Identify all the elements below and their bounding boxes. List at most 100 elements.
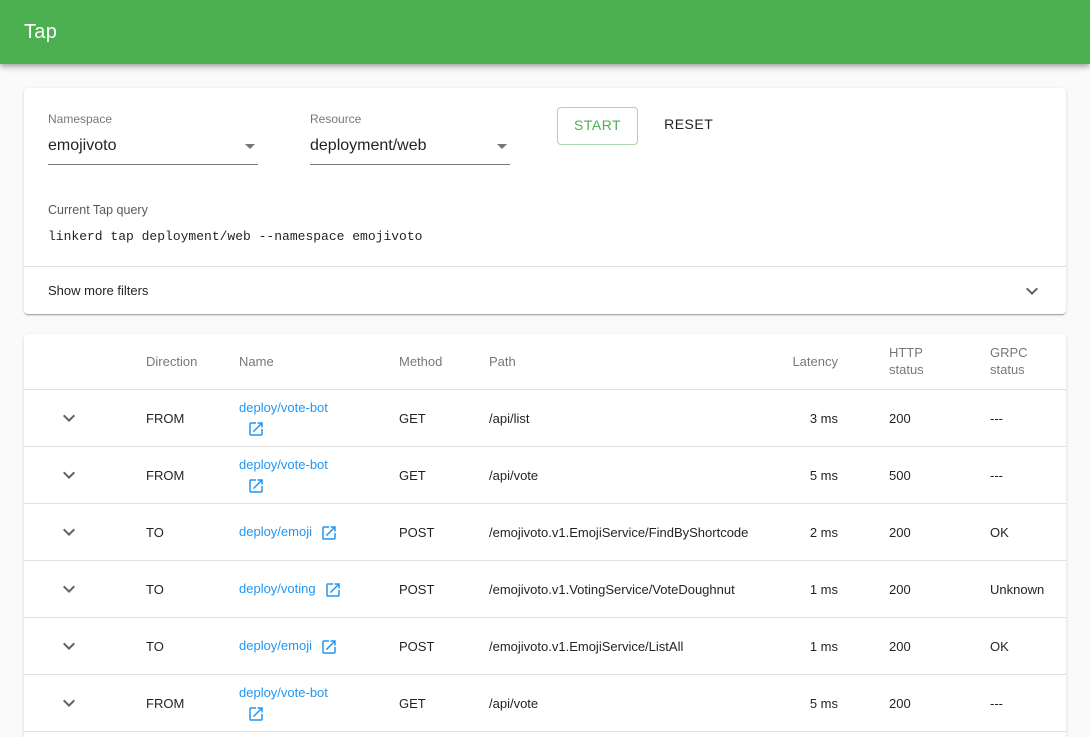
header-grpc-status: GRPC status bbox=[972, 345, 1066, 379]
reset-button[interactable]: RESET bbox=[648, 107, 729, 143]
grpc-status-cell: --- bbox=[972, 468, 1066, 483]
query-block: Current Tap query linkerd tap deployment… bbox=[24, 165, 1066, 266]
table-row: FROM deploy/vote-bot GET /api/list 3 ms … bbox=[24, 390, 1066, 447]
show-more-filters-label: Show more filters bbox=[48, 283, 148, 298]
expand-cell bbox=[24, 691, 114, 715]
resource-link[interactable]: deploy/vote-bot bbox=[239, 685, 328, 700]
http-status-cell: 200 bbox=[872, 696, 972, 711]
namespace-select[interactable]: Namespace emojivoto bbox=[48, 112, 258, 165]
direction-cell: TO bbox=[114, 639, 204, 654]
show-more-filters-toggle[interactable]: Show more filters bbox=[24, 267, 1066, 314]
name-cell: deploy/emoji bbox=[204, 522, 364, 542]
query-label: Current Tap query bbox=[48, 203, 1042, 217]
resource-link[interactable]: deploy/emoji bbox=[239, 638, 312, 653]
direction-cell: FROM bbox=[114, 696, 204, 711]
expand-cell bbox=[24, 634, 114, 658]
header-direction: Direction bbox=[114, 354, 204, 369]
external-link-icon[interactable] bbox=[247, 705, 265, 723]
method-cell: GET bbox=[364, 411, 452, 426]
name-cell: deploy/vote-bot bbox=[204, 683, 364, 723]
table-row: TO deploy/voting POST /emojivoto.v1.Voti… bbox=[24, 561, 1066, 618]
expand-row-icon[interactable] bbox=[57, 463, 81, 487]
latency-cell: 5 ms bbox=[792, 696, 872, 711]
header-name: Name bbox=[204, 354, 364, 369]
resource-link[interactable]: deploy/emoji bbox=[239, 524, 312, 539]
latency-cell: 3 ms bbox=[792, 411, 872, 426]
grpc-status-cell: --- bbox=[972, 411, 1066, 426]
expand-row-icon[interactable] bbox=[57, 577, 81, 601]
path-cell: /emojivoto.v1.VotingService/VoteDoughnut bbox=[452, 582, 792, 597]
table-header-row: Direction Name Method Path Latency HTTP … bbox=[24, 334, 1066, 390]
path-cell: /emojivoto.v1.EmojiService/ListAll bbox=[452, 639, 792, 654]
name-cell: deploy/emoji bbox=[204, 636, 364, 656]
namespace-value: emojivoto bbox=[48, 137, 116, 155]
resource-name: deploy/emoji bbox=[239, 638, 338, 653]
resource-select[interactable]: Resource deployment/web bbox=[310, 112, 510, 165]
resource-link[interactable]: deploy/vote-bot bbox=[239, 457, 328, 472]
header-path: Path bbox=[452, 354, 792, 369]
dropdown-arrow-icon[interactable] bbox=[238, 134, 262, 158]
latency-cell: 5 ms bbox=[792, 468, 872, 483]
resource-link[interactable]: deploy/voting bbox=[239, 581, 316, 596]
grpc-status-cell: OK bbox=[972, 639, 1066, 654]
grpc-status-cell: Unknown bbox=[972, 582, 1066, 597]
expand-row-icon[interactable] bbox=[57, 634, 81, 658]
chevron-down-icon[interactable] bbox=[1020, 279, 1044, 303]
grpc-status-cell: OK bbox=[972, 525, 1066, 540]
http-status-cell: 200 bbox=[872, 411, 972, 426]
table-row: TO deploy/emoji POST /emojivoto.v1.Emoji… bbox=[24, 504, 1066, 561]
resource-name: deploy/voting bbox=[239, 581, 342, 596]
namespace-select-control[interactable]: emojivoto bbox=[48, 134, 258, 165]
app-bar: Tap bbox=[0, 0, 1090, 64]
header-latency: Latency bbox=[792, 354, 872, 369]
dropdown-arrow-icon[interactable] bbox=[490, 134, 514, 158]
expand-row-icon[interactable] bbox=[57, 691, 81, 715]
main-content: Namespace emojivoto Resource deployment/… bbox=[0, 64, 1090, 737]
start-button[interactable]: START bbox=[557, 107, 638, 145]
table-row: FROM deploy/vote-bot GET /api/vote 5 ms … bbox=[24, 675, 1066, 732]
resource-name: deploy/vote-bot bbox=[239, 457, 328, 492]
tap-results-card: Direction Name Method Path Latency HTTP … bbox=[24, 334, 1066, 737]
external-link-icon[interactable] bbox=[320, 524, 338, 542]
tap-page: Tap Namespace emojivoto Resource deploym… bbox=[0, 0, 1090, 737]
latency-cell: 1 ms bbox=[792, 582, 872, 597]
direction-cell: TO bbox=[114, 525, 204, 540]
tap-query-text: linkerd tap deployment/web --namespace e… bbox=[48, 229, 1042, 244]
expand-cell bbox=[24, 406, 114, 430]
path-cell: /emojivoto.v1.EmojiService/FindByShortco… bbox=[452, 525, 792, 540]
external-link-icon[interactable] bbox=[247, 477, 265, 495]
external-link-icon[interactable] bbox=[324, 581, 342, 599]
resource-link[interactable]: deploy/vote-bot bbox=[239, 400, 328, 415]
method-cell: GET bbox=[364, 696, 452, 711]
http-status-cell: 200 bbox=[872, 582, 972, 597]
name-cell: deploy/voting bbox=[204, 579, 364, 599]
page-title: Tap bbox=[24, 21, 57, 44]
expand-cell bbox=[24, 577, 114, 601]
filter-controls-row: Namespace emojivoto Resource deployment/… bbox=[24, 88, 1066, 165]
http-status-cell: 500 bbox=[872, 468, 972, 483]
external-link-icon[interactable] bbox=[247, 420, 265, 438]
header-method: Method bbox=[364, 354, 452, 369]
header-http-status: HTTP status bbox=[872, 345, 972, 379]
latency-cell: 1 ms bbox=[792, 639, 872, 654]
namespace-label: Namespace bbox=[48, 112, 258, 126]
filter-actions: START RESET bbox=[557, 107, 729, 145]
expand-row-icon[interactable] bbox=[57, 520, 81, 544]
path-cell: /api/list bbox=[452, 411, 792, 426]
direction-cell: FROM bbox=[114, 468, 204, 483]
method-cell: POST bbox=[364, 639, 452, 654]
table-row: TO deploy/emoji POST /emojivoto.v1.Emoji… bbox=[24, 618, 1066, 675]
expand-cell bbox=[24, 463, 114, 487]
path-cell: /api/vote bbox=[452, 468, 792, 483]
resource-name: deploy/vote-bot bbox=[239, 685, 328, 720]
table-body: FROM deploy/vote-bot GET /api/list 3 ms … bbox=[24, 390, 1066, 732]
direction-cell: TO bbox=[114, 582, 204, 597]
expand-row-icon[interactable] bbox=[57, 406, 81, 430]
table-row: FROM deploy/vote-bot GET /api/vote 5 ms … bbox=[24, 447, 1066, 504]
direction-cell: FROM bbox=[114, 411, 204, 426]
name-cell: deploy/vote-bot bbox=[204, 398, 364, 438]
resource-name: deploy/emoji bbox=[239, 524, 338, 539]
resource-select-control[interactable]: deployment/web bbox=[310, 134, 510, 165]
external-link-icon[interactable] bbox=[320, 638, 338, 656]
resource-label: Resource bbox=[310, 112, 510, 126]
